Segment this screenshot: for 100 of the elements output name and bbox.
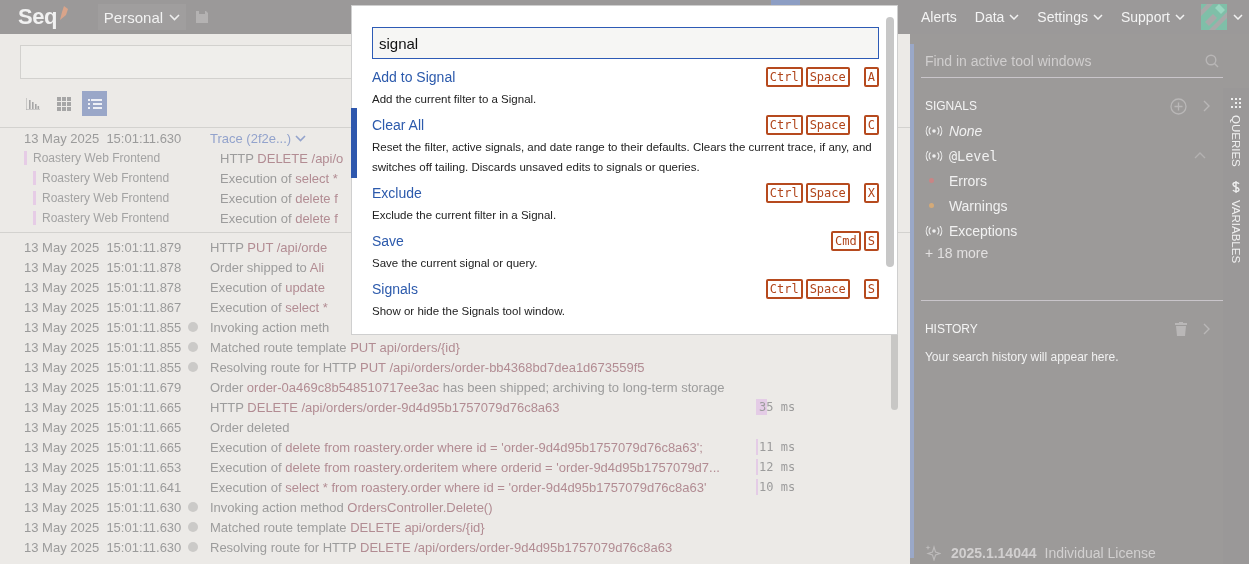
duration: 11 ms xyxy=(758,440,796,454)
log-message[interactable]: Execution of update xyxy=(210,279,325,295)
signal-item[interactable]: None xyxy=(948,122,983,139)
collapse-icon[interactable] xyxy=(1193,152,1206,159)
dollar-icon xyxy=(1230,180,1241,193)
seq-logo[interactable]: Seq xyxy=(18,4,57,30)
key-cap: S xyxy=(863,279,879,299)
signal-item[interactable]: @Level xyxy=(948,147,998,164)
workspace-dropdown[interactable]: Personal xyxy=(97,4,187,30)
timestamp: 13 May 2025 15:01:11.867 xyxy=(23,299,183,315)
key-cap: Ctrl xyxy=(765,279,803,299)
command-description: Reset the filter, active signals, and date range to their defaults. Clears the current trace, if any, and switches off tailing. Discards unsaved edits to signals or queries. xyxy=(372,140,873,175)
log-message[interactable]: Execution of delete f xyxy=(220,210,338,226)
more-link[interactable]: + 18 more xyxy=(920,243,989,263)
log-message[interactable]: Execution of select * xyxy=(210,299,328,315)
log-message[interactable]: Execution of delete from roastery.orderitem where orderid = 'order-9d4d95b1757079d7... xyxy=(210,459,720,475)
log-message[interactable]: Execution of delete f xyxy=(220,190,338,206)
signal-item[interactable]: Errors xyxy=(948,172,987,189)
duration: 10 ms xyxy=(758,480,796,494)
timestamp: 13 May 2025 15:01:11.630 xyxy=(23,539,183,555)
timestamp: 13 May 2025 15:01:11.878 xyxy=(23,259,183,275)
service-name: Roastery Web Frontend xyxy=(33,191,170,205)
key-cap: Cmd xyxy=(831,231,861,251)
timestamp: 13 May 2025 15:01:11.641 xyxy=(23,479,183,495)
command-description: Show or hide the Signals tool window. xyxy=(372,304,567,319)
list-view-button[interactable] xyxy=(82,91,107,116)
log-message[interactable]: Order deleted xyxy=(210,419,290,435)
timestamp: 13 May 2025 15:01:11.630 xyxy=(23,499,183,515)
chevron-down-icon xyxy=(1175,14,1185,20)
chevron-right-icon[interactable] xyxy=(1202,323,1210,335)
save-icon[interactable] xyxy=(196,11,209,23)
empty-message: Your search history will appear here. xyxy=(923,350,1120,364)
log-message[interactable]: HTTP DELETE /api/orders/order-9d4d95b1757079d76c8a63 xyxy=(210,399,560,415)
timestamp: 13 May 2025 15:01:11.653 xyxy=(23,459,183,475)
chevron-right-icon[interactable] xyxy=(1202,100,1210,112)
command-title[interactable]: Clear All xyxy=(372,117,425,133)
command-title[interactable]: Signals xyxy=(372,281,418,297)
nav-menu[interactable]: Data xyxy=(966,9,1028,25)
trace-toggle[interactable]: Trace (2f2e...) xyxy=(210,130,307,146)
command-description: Add the current filter to a Signal. xyxy=(372,92,538,107)
service-name: Roastery Web Frontend xyxy=(33,171,170,185)
bar-chart-icon xyxy=(25,97,40,110)
key-cap: Space xyxy=(805,115,850,135)
command-search-field[interactable]: signal xyxy=(372,27,879,59)
key-cap: Space xyxy=(805,183,850,203)
timestamp: 13 May 2025 15:01:11.879 xyxy=(23,239,183,255)
side-tab[interactable]: QUERIES xyxy=(1229,98,1242,167)
log-message[interactable]: Order shipped to Ali xyxy=(210,259,325,275)
log-message[interactable]: HTTP PUT /api/orde xyxy=(210,239,328,255)
broadcast-icon xyxy=(924,125,943,136)
log-message[interactable]: Invoking action meth xyxy=(210,319,330,335)
nav-menu[interactable]: Alerts xyxy=(913,9,965,25)
side-tab[interactable]: VARIABLES xyxy=(1229,180,1242,263)
chevron-down-icon xyxy=(169,13,181,21)
signal-item[interactable]: Exceptions xyxy=(948,222,1018,239)
logo-mark-icon xyxy=(59,6,68,20)
sparkle-icon xyxy=(924,545,941,561)
broadcast-icon xyxy=(924,225,943,236)
signal-item[interactable]: Warnings xyxy=(948,197,1008,214)
chevron-down-icon xyxy=(1009,14,1020,20)
command-title[interactable]: Save xyxy=(372,233,404,249)
trash-icon[interactable] xyxy=(1174,322,1187,336)
log-message[interactable]: Invoking action method OrdersController.Delete() xyxy=(210,499,493,515)
log-message[interactable]: Execution of select * xyxy=(220,170,338,186)
duration: 35 ms xyxy=(758,400,796,414)
log-message[interactable]: Execution of delete from roastery.order where id = 'order-9d4d95b1757079d76c8a63'; xyxy=(210,439,703,455)
key-cap: Ctrl xyxy=(765,67,803,87)
key-cap: Space xyxy=(805,279,850,299)
list-icon xyxy=(87,98,102,109)
log-message[interactable]: Resolving route for HTTP PUT /api/orders/order-bb4368bd7dea1d673559f5 xyxy=(210,359,645,375)
section-title: SIGNALS xyxy=(924,99,977,113)
timestamp: 13 May 2025 15:01:11.665 xyxy=(23,419,183,435)
key-cap: Space xyxy=(805,67,850,87)
timestamp: 13 May 2025 15:01:11.855 xyxy=(23,359,183,375)
nav-menu[interactable]: Settings xyxy=(1029,9,1111,25)
command-description: Exclude the current filter in a Signal. xyxy=(372,208,558,223)
timestamp: 13 May 2025 15:01:11.855 xyxy=(23,339,183,355)
key-cap: S xyxy=(863,231,879,251)
log-message[interactable]: Order order-0a469c8b548510717ee3ac has been shipped; archiving to long-term storage xyxy=(210,379,725,395)
add-icon[interactable] xyxy=(1169,97,1187,115)
log-message[interactable]: Execution of select * from roastery.order where id = 'order-9d4d95b1757079d76c8a63' xyxy=(210,479,707,495)
timestamp: 13 May 2025 15:01:11.665 xyxy=(23,399,183,415)
command-title[interactable]: Exclude xyxy=(372,185,422,201)
chevron-down-icon xyxy=(295,134,307,142)
key-cap: Ctrl xyxy=(765,115,803,135)
command-title[interactable]: Add to Signal xyxy=(372,69,456,85)
log-message[interactable]: Matched route template PUT api/orders/{id} xyxy=(210,339,460,355)
grid-icon xyxy=(1230,98,1241,108)
nav-menu[interactable]: Support xyxy=(1112,9,1193,25)
timestamp: 13 May 2025 15:01:11.878 xyxy=(23,279,183,295)
log-message[interactable]: Resolving route for HTTP DELETE /api/orders/order-9d4d95b1757079d76c8a63 xyxy=(210,539,673,555)
chevron-down-icon[interactable] xyxy=(1233,14,1243,20)
timestamp: 13 May 2025 15:01:11.679 xyxy=(23,379,183,395)
avatar-icon[interactable] xyxy=(1201,4,1227,30)
key-cap: A xyxy=(863,67,879,87)
log-message[interactable]: Matched route template DELETE api/orders/{id} xyxy=(210,519,485,535)
log-message[interactable]: HTTP DELETE /api/o xyxy=(220,150,344,166)
scrollbar[interactable] xyxy=(886,17,894,267)
key-cap: Ctrl xyxy=(765,183,803,203)
service-name: Roastery Web Frontend xyxy=(24,151,161,165)
